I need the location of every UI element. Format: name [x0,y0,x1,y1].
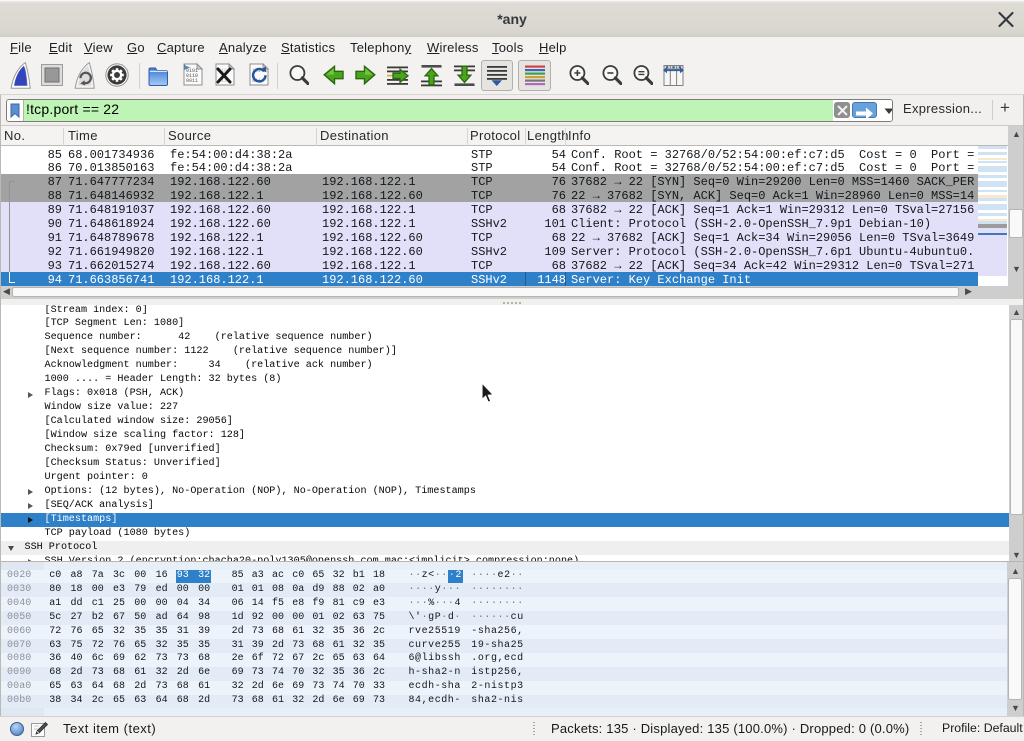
svg-text:0011: 0011 [186,78,198,84]
